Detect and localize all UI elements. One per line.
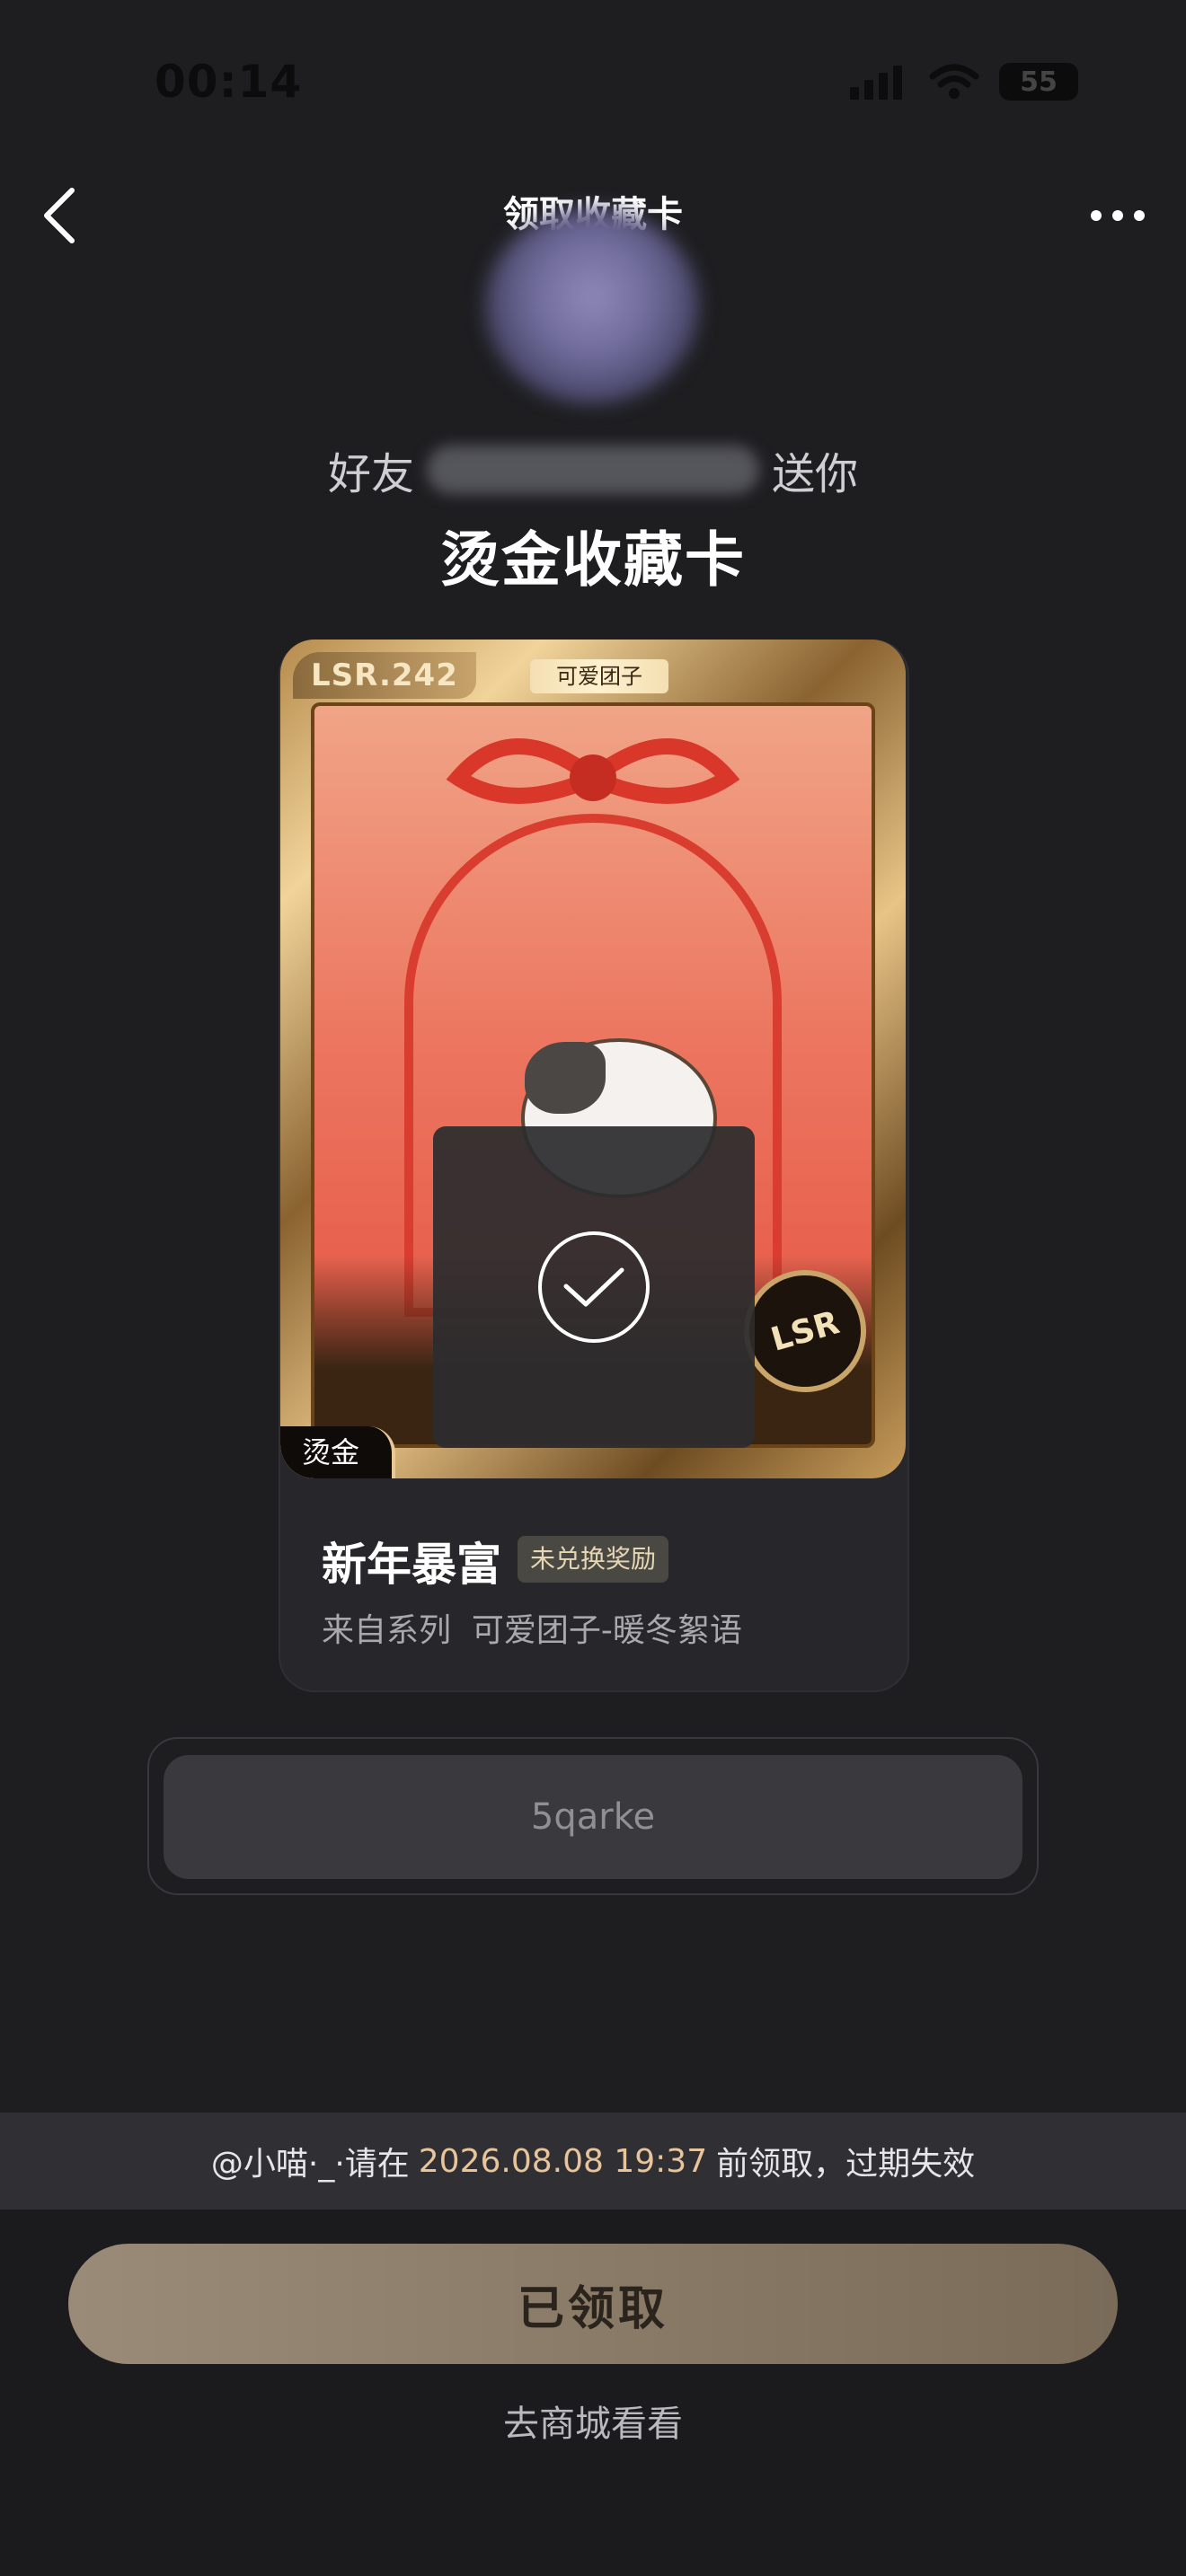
gift-title: 烫金收藏卡: [440, 525, 746, 595]
friend-line: 好友 送你: [0, 438, 1186, 501]
reward-status-badge: 未兑换奖励: [518, 1536, 669, 1583]
battery-indicator: 55: [999, 63, 1078, 101]
series-label: 来自系列: [322, 1612, 452, 1649]
wifi-icon: [929, 64, 979, 99]
notice-prefix: @小喵·_·请在: [210, 2146, 410, 2183]
more-dot-icon: [1134, 210, 1145, 221]
series-name: 可爱团子-暖冬絮语: [471, 1612, 742, 1649]
series-line[interactable]: 来自系列 可爱团子-暖冬絮语: [322, 1604, 742, 1651]
claimed-button[interactable]: 已领取: [68, 2244, 1118, 2364]
status-icons: 55: [850, 63, 1078, 101]
cellular-signal-icon: [850, 66, 902, 100]
friend-suffix: 送你: [772, 449, 859, 499]
friend-prefix: 好友: [327, 449, 414, 499]
rarity-number: LSR.242: [293, 652, 476, 699]
checkmark-icon: [563, 1267, 624, 1307]
card-name: 新年暴富: [322, 1539, 501, 1591]
check-circle: [538, 1231, 650, 1343]
status-time: 00:14: [155, 56, 303, 108]
hamster-spot: [525, 1042, 606, 1114]
claimed-overlay: [433, 1126, 755, 1448]
blurred-friend-name: [427, 446, 759, 494]
go-to-shop-link[interactable]: 去商城看看: [0, 2395, 1186, 2447]
red-knot-icon: [446, 738, 740, 804]
more-dot-icon: [1112, 210, 1123, 221]
notice-suffix: 前领取，过期失效: [716, 2146, 976, 2183]
redeem-code-field[interactable]: 5qarke: [164, 1755, 1022, 1879]
more-options-button[interactable]: [1073, 180, 1163, 251]
sender-avatar: [485, 208, 699, 404]
expiry-notice: @小喵·_·请在 2026.08.08 19:37 前领取，过期失效: [0, 2113, 1186, 2210]
notice-date: 2026.08.08 19:37: [418, 2142, 708, 2180]
finish-tag: 烫金: [280, 1426, 395, 1478]
series-tag: 可爱团子: [530, 659, 668, 693]
more-dot-icon: [1091, 210, 1102, 221]
